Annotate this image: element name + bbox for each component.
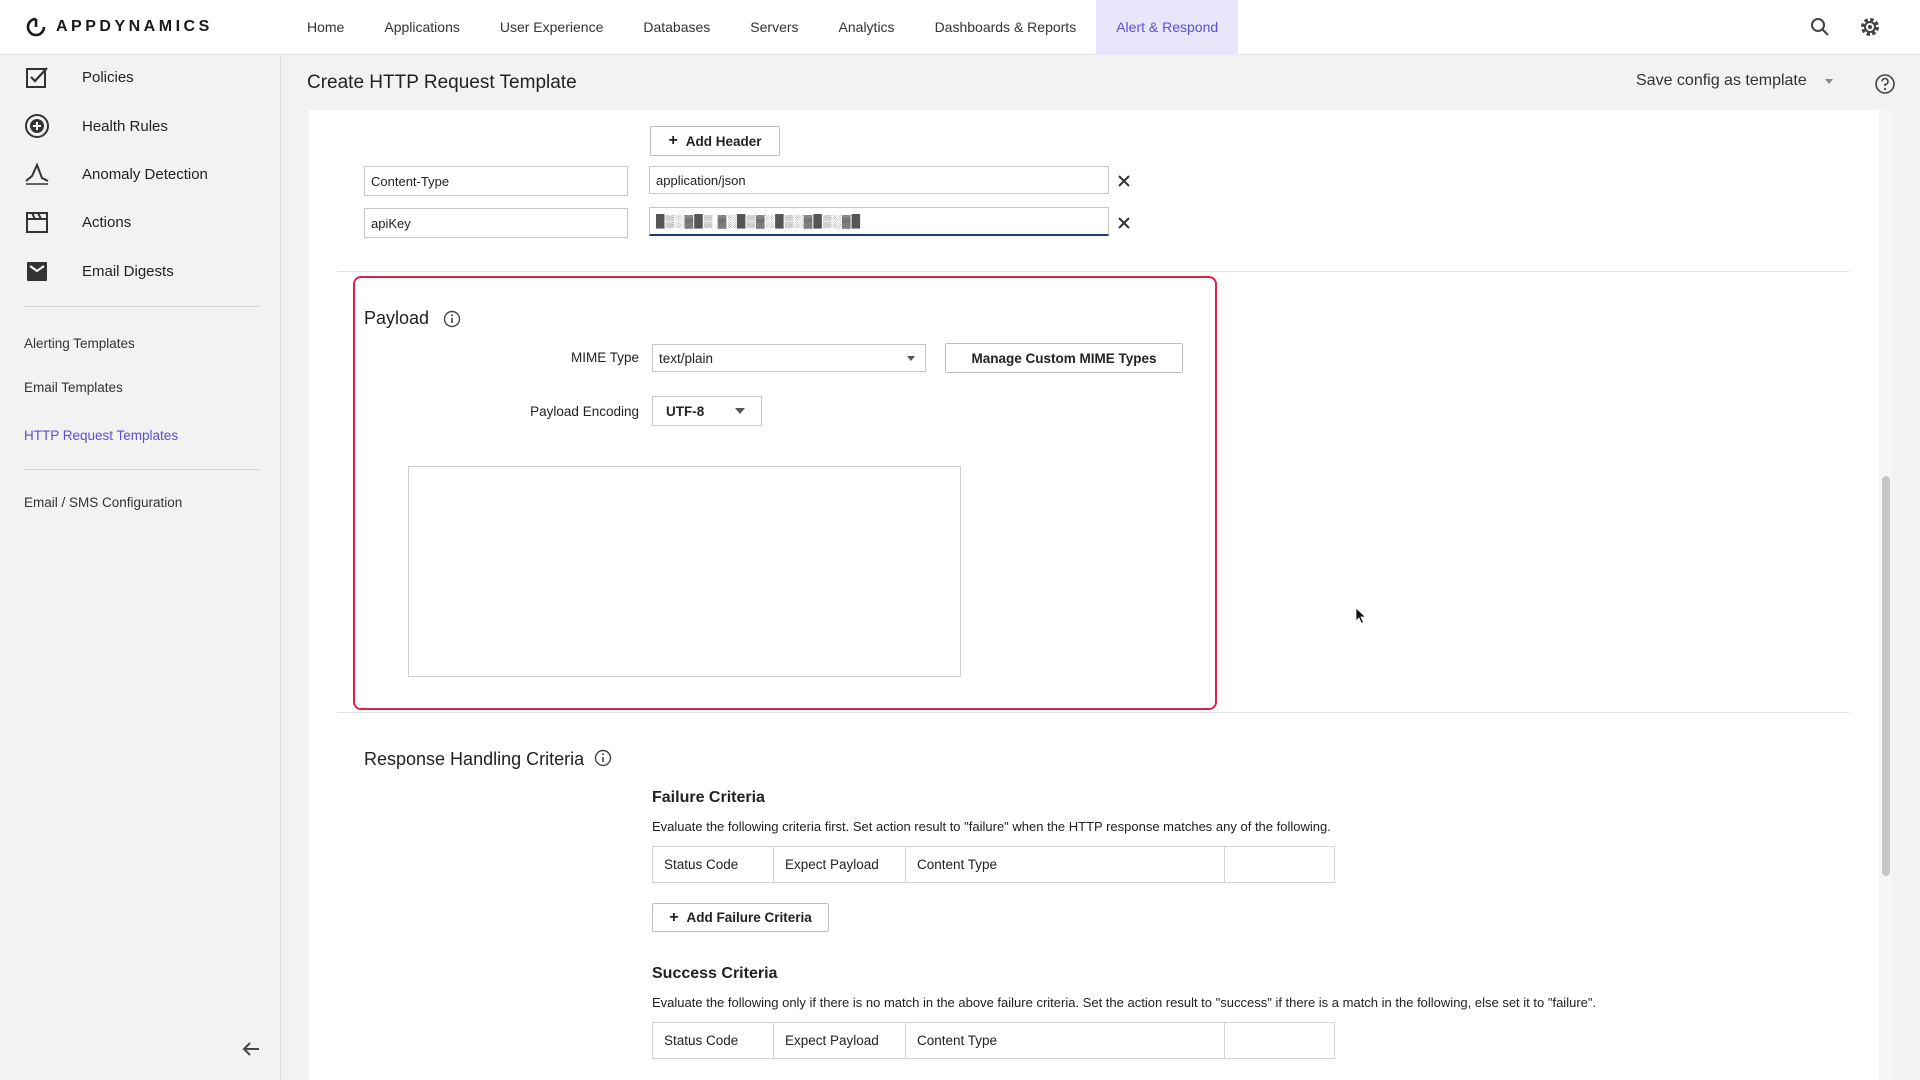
brand-name: APPDYNAMICS bbox=[56, 18, 213, 35]
nav-alert-respond[interactable]: Alert & Respond bbox=[1096, 0, 1239, 55]
nav-user-experience[interactable]: User Experience bbox=[480, 0, 624, 55]
nav-applications[interactable]: Applications bbox=[364, 0, 480, 55]
sidebar-item-label: Policies bbox=[82, 68, 134, 86]
save-config-label: Save config as template bbox=[1636, 72, 1807, 89]
help-icon[interactable] bbox=[1874, 73, 1896, 95]
mime-type-label: MIME Type bbox=[570, 350, 639, 365]
payload-section-title: Payload bbox=[364, 308, 430, 328]
scrollbar-thumb[interactable] bbox=[1882, 476, 1890, 876]
chevron-down-icon bbox=[735, 408, 745, 414]
inbox-icon bbox=[27, 262, 47, 281]
mouse-pointer-icon bbox=[1355, 607, 1367, 625]
sidebar-link-email-templates[interactable]: Email Templates bbox=[24, 380, 123, 395]
header-name-input[interactable]: Content-Type bbox=[364, 166, 628, 196]
failure-criteria-description: Evaluate the following criteria first. S… bbox=[652, 819, 1331, 834]
sidebar-link-email-sms-config[interactable]: Email / SMS Configuration bbox=[24, 495, 182, 510]
appdynamics-logo-icon bbox=[26, 17, 46, 37]
gear-icon[interactable] bbox=[1858, 15, 1882, 39]
chevron-down-icon bbox=[1824, 78, 1833, 84]
sidebar-item-label: Actions bbox=[82, 213, 132, 231]
top-navigation-bar: APPDYNAMICS Home Applications User Exper… bbox=[0, 0, 1920, 55]
column-expect-payload: Expect Payload bbox=[774, 847, 906, 882]
appdynamics-logo[interactable]: APPDYNAMICS bbox=[26, 17, 213, 37]
response-handling-title: Response Handling Criteria bbox=[364, 749, 585, 769]
sidebar-item-label: Email Digests bbox=[82, 262, 174, 280]
plus-icon: + bbox=[668, 132, 678, 149]
sidebar-item-anomaly-detection[interactable]: Anomaly Detection bbox=[24, 159, 208, 189]
sidebar: Policies Health Rules Anomaly Detection … bbox=[0, 56, 281, 1080]
nav-home[interactable]: Home bbox=[287, 0, 364, 55]
plus-icon: + bbox=[669, 908, 679, 926]
sidebar-divider bbox=[24, 306, 260, 307]
info-icon[interactable] bbox=[594, 749, 612, 767]
column-status-code: Status Code bbox=[653, 1023, 774, 1058]
column-content-type: Content Type bbox=[906, 1023, 1225, 1058]
header-value-input[interactable]: application/json bbox=[649, 166, 1109, 194]
nav-databases[interactable]: Databases bbox=[623, 0, 730, 55]
add-failure-criteria-label: Add Failure Criteria bbox=[686, 910, 812, 925]
header-name-input[interactable]: apiKey bbox=[364, 208, 628, 238]
failure-criteria-table-header: Status Code Expect Payload Content Type bbox=[652, 846, 1335, 883]
chevron-down-icon bbox=[907, 356, 915, 361]
sidebar-item-email-digests[interactable]: Email Digests bbox=[24, 256, 174, 286]
anomaly-chart-icon bbox=[25, 162, 49, 185]
column-content-type: Content Type bbox=[906, 847, 1225, 882]
add-header-button[interactable]: + Add Header bbox=[650, 126, 780, 156]
add-failure-criteria-button[interactable]: + Add Failure Criteria bbox=[652, 903, 829, 932]
success-criteria-table-header: Status Code Expect Payload Content Type bbox=[652, 1022, 1335, 1059]
payload-encoding-value: UTF-8 bbox=[666, 403, 705, 419]
column-expect-payload: Expect Payload bbox=[774, 1023, 906, 1058]
main-nav: Home Applications User Experience Databa… bbox=[287, 0, 1239, 55]
sidebar-link-alerting-templates[interactable]: Alerting Templates bbox=[24, 336, 135, 351]
failure-criteria-title: Failure Criteria bbox=[652, 789, 765, 806]
checkbox-icon bbox=[26, 67, 48, 88]
clapperboard-icon bbox=[26, 212, 48, 233]
sidebar-item-policies[interactable]: Policies bbox=[24, 62, 134, 92]
sidebar-item-health-rules[interactable]: Health Rules bbox=[24, 111, 168, 141]
add-header-label: Add Header bbox=[685, 133, 762, 149]
vertical-scrollbar[interactable] bbox=[1880, 110, 1892, 1080]
payload-body-textarea[interactable] bbox=[408, 466, 961, 677]
sidebar-item-actions[interactable]: Actions bbox=[24, 207, 131, 237]
sidebar-divider bbox=[24, 469, 260, 470]
search-icon[interactable] bbox=[1808, 15, 1832, 39]
sidebar-link-http-request-templates[interactable]: HTTP Request Templates bbox=[24, 428, 178, 443]
collapse-sidebar-arrow-icon[interactable] bbox=[240, 1038, 262, 1060]
mime-type-value: text/plain bbox=[659, 350, 714, 366]
sidebar-item-label: Anomaly Detection bbox=[82, 165, 208, 183]
column-status-code: Status Code bbox=[653, 847, 774, 882]
remove-header-close-icon[interactable] bbox=[1116, 173, 1132, 189]
nav-dashboards-reports[interactable]: Dashboards & Reports bbox=[915, 0, 1097, 55]
nav-servers[interactable]: Servers bbox=[730, 0, 818, 55]
nav-analytics[interactable]: Analytics bbox=[819, 0, 915, 55]
payload-encoding-select[interactable]: UTF-8 bbox=[652, 396, 762, 426]
save-config-as-template-dropdown[interactable]: Save config as template bbox=[1636, 72, 1833, 90]
remove-header-close-icon[interactable] bbox=[1116, 215, 1132, 231]
page-header: Create HTTP Request Template Save config… bbox=[282, 56, 1920, 110]
section-divider bbox=[337, 271, 1849, 272]
payload-encoding-label: Payload Encoding bbox=[530, 404, 639, 419]
section-divider bbox=[337, 712, 1849, 713]
page-title: Create HTTP Request Template bbox=[307, 72, 577, 93]
success-criteria-title: Success Criteria bbox=[652, 965, 778, 982]
header-value-input-redacted[interactable]: █▒░▓█▒ ▓░█▒▓░█▒░▓█▒░▓█ bbox=[649, 207, 1109, 236]
sidebar-item-label: Health Rules bbox=[82, 117, 168, 135]
success-criteria-description: Evaluate the following only if there is … bbox=[652, 995, 1597, 1010]
column-actions bbox=[1225, 1023, 1334, 1058]
manage-custom-mime-types-button[interactable]: Manage Custom MIME Types bbox=[945, 343, 1183, 373]
column-actions bbox=[1225, 847, 1334, 882]
plus-circle-icon bbox=[25, 114, 49, 138]
mime-type-select[interactable]: text/plain bbox=[652, 344, 926, 372]
info-icon[interactable] bbox=[443, 310, 461, 328]
